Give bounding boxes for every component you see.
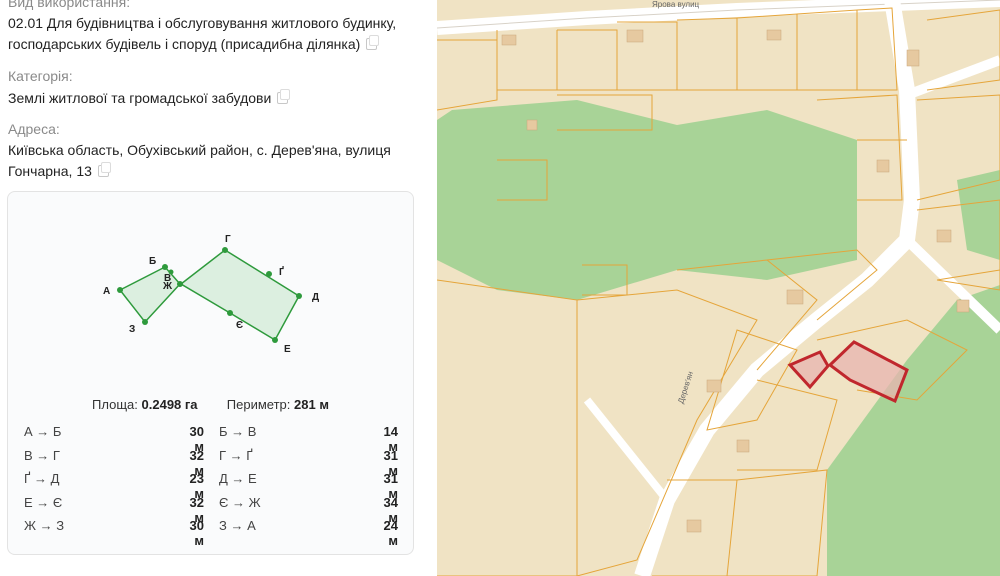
address-value: Гончарна, 13	[8, 161, 111, 182]
category-label: Категорія:	[8, 68, 73, 84]
segment-length: 30 м	[189, 518, 204, 548]
forest-area	[827, 285, 1000, 576]
area-value: 0.2498 га	[141, 397, 198, 412]
vertex-label: А	[103, 286, 110, 297]
segment-name: Б → В	[219, 424, 257, 439]
segment-length: 24 м	[383, 518, 398, 548]
road	[905, 55, 1000, 100]
usage-label: Вид використання:	[8, 0, 131, 10]
address-label: Адреса:	[8, 121, 60, 137]
vertex-label: Г	[225, 234, 231, 245]
usage-value: господарських будівель і споруд (присади…	[8, 34, 380, 55]
segment-name: Д → Е	[219, 471, 257, 486]
table-row: Ґ → Д 23 м Д → Е 31 м	[24, 471, 404, 501]
parcel-stats: Площа: 0.2498 га Периметр: 281 м	[8, 397, 413, 412]
segment-name: З → А	[219, 518, 256, 533]
segment-lengths-table: А → Б 30 м Б → В 14 м В → Г 32 м Г → Ґ 3…	[24, 424, 404, 548]
segment-name: А → Б	[24, 424, 62, 439]
vertex-label: Д	[312, 292, 319, 303]
perimeter-value: 281 м	[294, 397, 329, 412]
segment-name: Е → Є	[24, 494, 63, 510]
vertex-label: З	[129, 324, 135, 335]
table-row: Ж → З 30 м З → А 24 м	[24, 518, 404, 548]
vertex-label: Ж	[162, 281, 173, 292]
usage-value-line2: господарських будівель і споруд (присади…	[8, 36, 361, 52]
address-line1: Київська область, Обухівський район, с. …	[8, 142, 391, 158]
perimeter-label: Периметр:	[226, 397, 291, 412]
segment-name: Є → Ж	[219, 494, 261, 510]
segment-name: Г → Ґ	[219, 447, 253, 463]
vertex-label: Є	[236, 320, 243, 331]
street-label: Ярова вулиц	[652, 0, 700, 9]
copy-icon[interactable]	[277, 89, 291, 104]
map-canvas[interactable]	[437, 0, 1000, 576]
table-row: Е → Є 32 м Є → Ж 34 м	[24, 494, 404, 525]
copy-icon[interactable]	[97, 162, 111, 177]
segment-name: В → Г	[24, 447, 60, 463]
category-value: Землі житлової та громадської забудови	[8, 88, 291, 109]
category-value-text: Землі житлової та громадської забудови	[8, 90, 272, 106]
parcel-geometry-card: А Б В Ж Г Ґ Д Е Є З Площа: 0.2498 га Пер…	[7, 191, 414, 555]
vertex-label: Б	[149, 256, 156, 267]
table-row: В → Г 32 м Г → Ґ 31 м	[24, 447, 404, 478]
vertex-label: Ґ	[279, 265, 284, 278]
parcel-info-panel: Вид використання: 02.01 Для будівництва …	[0, 0, 437, 576]
forest-area	[957, 170, 1000, 260]
road	[437, 0, 1000, 35]
parcel-shape-diagram: А Б В Ж Г Ґ Д Е Є З	[103, 234, 319, 355]
area-label: Площа:	[92, 397, 138, 412]
cadastral-map[interactable]: Ярова вулиц Дерев'ян	[437, 0, 1000, 576]
vertex-label: Е	[284, 344, 291, 355]
address-line2: Гончарна, 13	[8, 163, 92, 179]
segment-name: Ґ → Д	[24, 471, 60, 486]
copy-icon[interactable]	[366, 35, 380, 50]
segment-name: Ж → З	[24, 518, 65, 533]
usage-value-line1: 02.01 Для будівництва і обслуговування ж…	[8, 15, 397, 31]
road	[583, 397, 671, 503]
table-row: А → Б 30 м Б → В 14 м	[24, 424, 404, 454]
